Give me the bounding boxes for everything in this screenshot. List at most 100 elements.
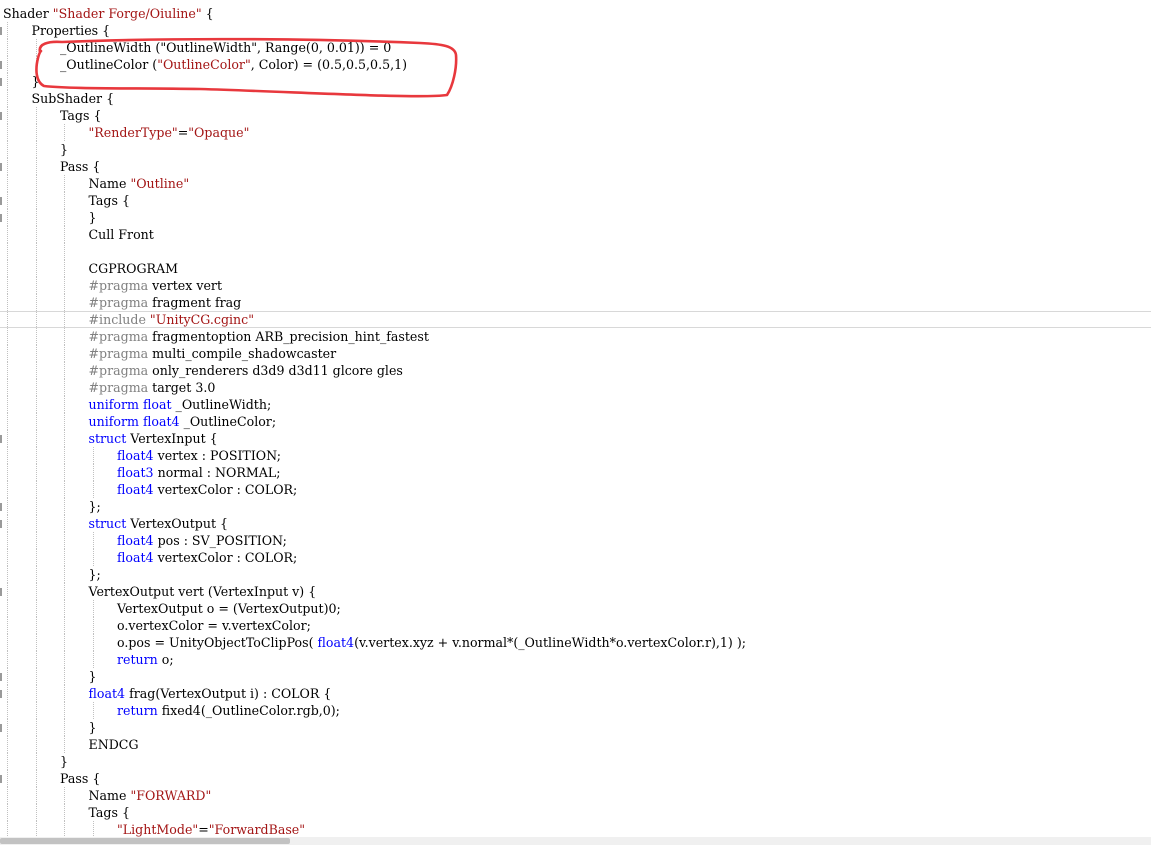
code-text: float4 vertexColor : COLOR; [117, 481, 297, 498]
code-editor[interactable]: Shader "Shader Forge/Oiuline" {Propertie… [0, 0, 1151, 837]
code-line[interactable]: Shader "Shader Forge/Oiuline" { [0, 5, 1151, 22]
code-line[interactable]: o.pos = UnityObjectToClipPos( float4(v.v… [0, 634, 1151, 651]
code-token: Shader [3, 6, 53, 21]
code-line[interactable]: Pass { [0, 770, 1151, 787]
code-line[interactable]: Tags { [0, 107, 1151, 124]
code-line[interactable]: Name "FORWARD" [0, 787, 1151, 804]
horizontal-scrollbar[interactable] [0, 837, 1151, 845]
code-text: Properties { [32, 22, 111, 39]
code-token: "RenderType" [88, 125, 178, 140]
code-line[interactable]: uniform float _OutlineWidth; [0, 396, 1151, 413]
code-token: { [201, 6, 214, 21]
indent-guide [64, 192, 65, 209]
code-line[interactable] [0, 243, 1151, 260]
indent-guide [35, 753, 37, 770]
indent-guide [35, 141, 37, 158]
indent-guide [7, 175, 8, 192]
code-line[interactable]: } [0, 719, 1151, 736]
code-line[interactable]: struct VertexOutput { [0, 515, 1151, 532]
code-text: } [89, 668, 97, 685]
code-token: } [60, 142, 69, 157]
code-line[interactable]: } [0, 753, 1151, 770]
indent-guide [64, 651, 65, 668]
code-line[interactable]: _OutlineColor ("OutlineColor", Color) = … [0, 56, 1151, 73]
code-line[interactable]: float4 vertexColor : COLOR; [0, 549, 1151, 566]
horizontal-scrollbar-thumb[interactable] [0, 838, 290, 844]
code-line[interactable]: Tags { [0, 192, 1151, 209]
code-line[interactable]: Tags { [0, 804, 1151, 821]
code-text: _OutlineWidth ("OutlineWidth", Range(0, … [60, 39, 391, 56]
code-line[interactable]: return o; [0, 651, 1151, 668]
code-text: uniform float _OutlineWidth; [89, 396, 272, 413]
code-line[interactable]: #pragma only_renderers d3d9 d3d11 glcore… [0, 362, 1151, 379]
indent-guide [7, 226, 8, 243]
code-line[interactable]: } [0, 73, 1151, 90]
code-line[interactable]: #pragma target 3.0 [0, 379, 1151, 396]
indent-guide [7, 583, 8, 600]
code-token: target 3.0 [148, 380, 216, 395]
code-line[interactable]: }; [0, 566, 1151, 583]
indent-guide [7, 685, 8, 702]
indent-guide [7, 328, 8, 345]
code-line[interactable]: Properties { [0, 22, 1151, 39]
code-line[interactable]: VertexOutput o = (VertexOutput)0; [0, 600, 1151, 617]
code-text: }; [89, 566, 101, 583]
indent-guide [7, 464, 8, 481]
indent-guide [64, 702, 65, 719]
code-line[interactable]: "LightMode"="ForwardBase" [0, 821, 1151, 837]
code-line[interactable]: } [0, 209, 1151, 226]
indent-guide [35, 243, 37, 260]
code-line[interactable]: "RenderType"="Opaque" [0, 124, 1151, 141]
code-line[interactable]: #pragma fragment frag [0, 294, 1151, 311]
code-line[interactable]: VertexOutput vert (VertexInput v) { [0, 583, 1151, 600]
code-line[interactable]: Name "Outline" [0, 175, 1151, 192]
indent-guide [7, 294, 8, 311]
code-token: o.pos = UnityObjectToClipPos( [117, 635, 318, 650]
code-line[interactable]: struct VertexInput { [0, 430, 1151, 447]
code-line[interactable]: float4 pos : SV_POSITION; [0, 532, 1151, 549]
code-token: fixed4(_OutlineColor.rgb,0); [157, 703, 340, 718]
indent-guide [35, 464, 37, 481]
code-line[interactable]: #pragma vertex vert [0, 277, 1151, 294]
code-line[interactable]: #pragma fragmentoption ARB_precision_hin… [0, 328, 1151, 345]
code-line[interactable]: Cull Front [0, 226, 1151, 243]
code-line[interactable]: } [0, 668, 1151, 685]
indent-guide [64, 243, 65, 260]
indent-guide [7, 22, 8, 39]
indent-guide [7, 312, 8, 329]
code-token: _OutlineColor; [179, 414, 277, 429]
code-token: #pragma [88, 278, 149, 293]
code-line[interactable]: #include "UnityCG.cginc" [0, 311, 1151, 329]
code-line[interactable]: _OutlineWidth ("OutlineWidth", Range(0, … [0, 39, 1151, 56]
indent-guide [35, 56, 37, 73]
indent-guide [64, 464, 65, 481]
indent-guide [35, 481, 37, 498]
code-line[interactable]: float3 normal : NORMAL; [0, 464, 1151, 481]
code-token: (v.vertex.xyz + v.normal*(_OutlineWidth*… [354, 635, 747, 650]
code-line[interactable]: Pass { [0, 158, 1151, 175]
code-text: Name "Outline" [89, 175, 190, 192]
code-line[interactable]: CGPROGRAM [0, 260, 1151, 277]
code-text: o.pos = UnityObjectToClipPos( float4(v.v… [117, 634, 746, 651]
code-line[interactable]: ENDCG [0, 736, 1151, 753]
code-text: Pass { [60, 158, 100, 175]
code-line[interactable]: SubShader { [0, 90, 1151, 107]
code-line[interactable]: }; [0, 498, 1151, 515]
code-line[interactable]: } [0, 141, 1151, 158]
code-text: float4 vertexColor : COLOR; [117, 549, 297, 566]
code-token: VertexInput { [126, 431, 218, 446]
code-line[interactable]: return fixed4(_OutlineColor.rgb,0); [0, 702, 1151, 719]
code-token: vertex vert [148, 278, 223, 293]
code-line[interactable]: float4 vertexColor : COLOR; [0, 481, 1151, 498]
indent-guide [7, 124, 8, 141]
code-line[interactable]: o.vertexColor = v.vertexColor; [0, 617, 1151, 634]
code-line[interactable]: #pragma multi_compile_shadowcaster [0, 345, 1151, 362]
code-line[interactable]: uniform float4 _OutlineColor; [0, 413, 1151, 430]
indent-guide [92, 481, 94, 498]
code-line[interactable]: float4 vertex : POSITION; [0, 447, 1151, 464]
code-token: "Opaque" [188, 125, 250, 140]
code-text: VertexOutput o = (VertexOutput)0; [117, 600, 341, 617]
code-line[interactable]: float4 frag(VertexOutput i) : COLOR { [0, 685, 1151, 702]
indent-guide [35, 600, 37, 617]
indent-guide [7, 770, 8, 787]
